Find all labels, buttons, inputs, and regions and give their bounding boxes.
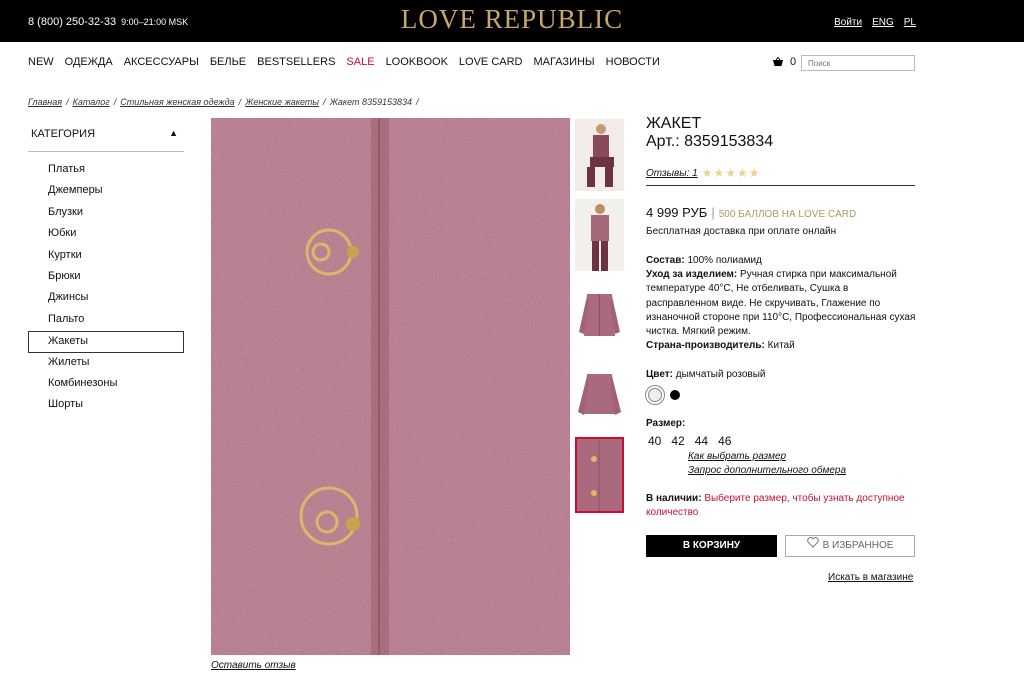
fabric-closeup-image [211,118,570,655]
country-value: Китай [767,340,795,352]
collapse-triangle-icon: ▲ [169,128,178,138]
search-input[interactable] [801,55,915,71]
category-item-vests[interactable]: Жилеты [28,353,184,374]
size-request-link[interactable]: Запрос дополнительного обмера [688,465,846,476]
rating-stars-icon: ★★★★★ [701,166,761,180]
size-guide-link[interactable]: Как выбрать размер [688,451,786,462]
reviews-link[interactable]: Отзывы: 1 [646,168,698,179]
add-to-cart-button[interactable]: В КОРЗИНУ [646,535,777,557]
thumbnail-1[interactable] [575,119,624,191]
price-row: 4 999 РУБ | 500 БАЛЛОВ НА LOVE CARD [646,205,856,220]
nav-item-new[interactable]: NEW [28,56,54,68]
size-label: Размер: [646,418,686,429]
heart-icon [806,536,819,556]
category-list: Платья Джемперы Блузки Юбки Куртки Брюки… [28,160,184,417]
care-label: Уход за изделием: [646,269,738,281]
color-value: дымчатый розовый [675,369,766,380]
add-to-favorites-button[interactable]: В ИЗБРАННОЕ [785,535,915,557]
favorites-label: В ИЗБРАННОЕ [822,540,894,551]
color-swatch-black[interactable] [670,390,680,400]
breadcrumb-catalog[interactable]: Каталог [73,97,110,107]
category-item-coats[interactable]: Пальто [28,310,184,331]
login-link[interactable]: Войти [834,17,862,28]
breadcrumb-separator: / [416,97,419,107]
breadcrumb-separator: / [323,97,326,107]
category-item-trousers[interactable]: Брюки [28,267,184,288]
nav-item-lingerie[interactable]: БЕЛЬЕ [210,56,246,68]
lang-eng-link[interactable]: ENG [872,17,894,28]
thumbnail-3[interactable] [575,280,624,352]
main-nav: NEW ОДЕЖДА АКСЕССУАРЫ БЕЛЬЕ BESTSELLERS … [28,56,660,68]
price: 4 999 РУБ [646,205,708,220]
category-header[interactable]: КАТЕГОРИЯ ▲ [28,120,184,152]
availability-info: В наличии: Выберите размер, чтобы узнать… [646,492,918,520]
size-option-44[interactable]: 44 [695,434,708,448]
category-title: КАТЕГОРИЯ [31,128,96,140]
breadcrumb-home[interactable]: Главная [28,97,62,107]
divider [646,185,915,186]
size-options: 40 42 44 46 [648,434,731,448]
breadcrumb-separator: / [238,97,242,107]
size-option-40[interactable]: 40 [648,434,661,448]
nav-item-love-card[interactable]: LOVE CARD [459,56,523,68]
nav-item-stores[interactable]: МАГАЗИНЫ [534,56,595,68]
category-item-skirts[interactable]: Юбки [28,224,184,245]
nav-item-clothing[interactable]: ОДЕЖДА [65,56,113,68]
nav-item-accessories[interactable]: АКСЕССУАРЫ [124,56,199,68]
breadcrumb-current: Жакет 8359153834 [329,97,413,107]
category-item-jackets[interactable]: Жакеты [28,331,184,353]
size-option-46[interactable]: 46 [718,434,731,448]
size-option-42[interactable]: 42 [671,434,684,448]
category-item-shorts[interactable]: Шорты [28,395,184,416]
category-item-coats-jackets[interactable]: Куртки [28,246,184,267]
leave-review-link[interactable]: Оставить отзыв [211,660,296,671]
category-item-dresses[interactable]: Платья [28,160,184,181]
care-row: Уход за изделием: Ручная стирка при макс… [646,268,916,339]
cart-count: 0 [790,56,797,68]
nav-item-bestsellers[interactable]: BESTSELLERS [257,56,335,68]
love-card-points: 500 БАЛЛОВ НА LOVE CARD [718,209,857,220]
thumbnail-5-selected[interactable] [575,437,624,513]
breadcrumb-separator: / [113,97,117,107]
thumbnail-4[interactable] [575,362,624,434]
product-article: Арт.: 8359153834 [646,133,774,150]
product-specs: Состав: 100% полиамид Уход за изделием: … [646,254,916,353]
product-title: ЖАКЕТ [646,115,702,132]
delivery-info: Бесплатная доставка при оплате онлайн [646,226,837,237]
color-label: Цвет: [646,369,673,380]
breadcrumb-jackets[interactable]: Женские жакеты [245,97,319,107]
cart-button[interactable]: 0 [772,56,796,68]
category-item-blouses[interactable]: Блузки [28,203,184,224]
product-main-image[interactable] [211,118,570,655]
reviews-row: Отзывы: 1 ★★★★★ [646,166,761,180]
availability-label: В наличии: [646,493,702,504]
breadcrumb: Главная / Каталог / Стильная женская одежда /… [28,97,423,107]
find-in-store-link[interactable]: Искать в магазине [828,572,913,583]
breadcrumb-separator: / [66,97,69,107]
country-row: Страна-производитель: Китай [646,339,916,353]
nav-item-news[interactable]: НОВОСТИ [606,56,660,68]
country-label: Страна-производитель: [646,340,765,352]
color-swatch-pink[interactable] [648,388,662,402]
category-item-jumpers[interactable]: Джемперы [28,181,184,202]
top-bar: 8 (800) 250-32-33 9:00–21:00 MSK LOVE RE… [0,0,1024,42]
composition-label: Состав: [646,255,685,266]
nav-item-lookbook[interactable]: LOOKBOOK [386,56,448,68]
nav-item-sale[interactable]: SALE [346,56,374,68]
price-separator: | [711,205,715,220]
composition-value: 100% полиамид [687,255,762,266]
basket-icon [772,57,784,67]
thumbnail-2[interactable] [575,199,624,271]
breadcrumb-womens-clothing[interactable]: Стильная женская одежда [120,97,234,107]
lang-pl-link[interactable]: PL [904,17,916,28]
top-links: Войти ENG PL [834,17,916,28]
color-row: Цвет: дымчатый розовый [646,369,765,380]
category-item-jumpsuits[interactable]: Комбинезоны [28,374,184,395]
composition-row: Состав: 100% полиамид [646,254,916,268]
category-item-jeans[interactable]: Джинсы [28,288,184,309]
